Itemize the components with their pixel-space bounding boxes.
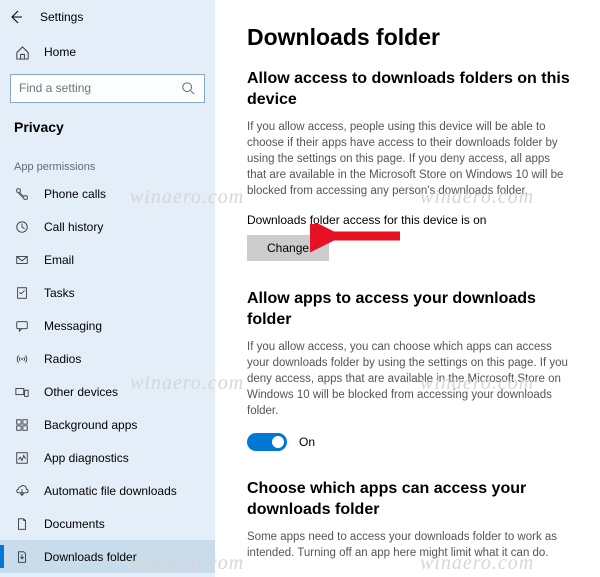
downloads-folder-icon: [14, 549, 30, 565]
sidebar-item-app-diagnostics[interactable]: App diagnostics: [0, 441, 215, 474]
sidebar-item-email[interactable]: Email: [0, 243, 215, 276]
sidebar-item-radios[interactable]: Radios: [0, 342, 215, 375]
sidebar-item-label: Phone calls: [44, 187, 106, 201]
section-title: Privacy: [0, 113, 215, 147]
sidebar-item-phone-calls[interactable]: Phone calls: [0, 177, 215, 210]
mail-icon: [14, 252, 30, 268]
home-icon: [14, 44, 30, 60]
sidebar-item-label: Downloads folder: [44, 550, 137, 564]
sidebar-item-label: Background apps: [44, 418, 137, 432]
sidebar-item-label: Automatic file downloads: [44, 484, 177, 498]
page-title: Downloads folder: [247, 24, 572, 51]
change-button[interactable]: Change: [247, 235, 329, 261]
sidebar-item-label: App diagnostics: [44, 451, 129, 465]
sidebar-item-label: Other devices: [44, 385, 118, 399]
phone-icon: [14, 186, 30, 202]
background-apps-icon: [14, 417, 30, 433]
home-label: Home: [44, 45, 76, 59]
section1-status: Downloads folder access for this device …: [247, 213, 572, 227]
section2-desc: If you allow access, you can choose whic…: [247, 339, 572, 419]
sidebar-item-label: Radios: [44, 352, 81, 366]
sidebar-item-other-devices[interactable]: Other devices: [0, 375, 215, 408]
radios-icon: [14, 351, 30, 367]
sidebar-item-label: Email: [44, 253, 74, 267]
search-input[interactable]: [19, 81, 169, 95]
auto-download-icon: [14, 483, 30, 499]
search-icon: [180, 80, 196, 96]
toggle-label: On: [299, 435, 315, 449]
sidebar: Settings Home Privacy App permissions Ph…: [0, 0, 215, 577]
home-nav[interactable]: Home: [0, 35, 215, 70]
access-toggle[interactable]: [247, 433, 287, 451]
section3-desc: Some apps need to access your downloads …: [247, 529, 572, 561]
sidebar-item-label: Tasks: [44, 286, 75, 300]
section3-heading: Choose which apps can access your downlo…: [247, 479, 572, 521]
sidebar-item-messaging[interactable]: Messaging: [0, 309, 215, 342]
topbar: Settings: [0, 0, 215, 35]
messaging-icon: [14, 318, 30, 334]
sidebar-item-documents[interactable]: Documents: [0, 507, 215, 540]
sidebar-item-automatic-file-downloads[interactable]: Automatic file downloads: [0, 474, 215, 507]
sidebar-item-call-history[interactable]: Call history: [0, 210, 215, 243]
sidebar-item-tasks[interactable]: Tasks: [0, 276, 215, 309]
diagnostics-icon: [14, 450, 30, 466]
clock-icon: [14, 219, 30, 235]
back-icon[interactable]: [8, 9, 24, 25]
content-area: Downloads folder Allow access to downloa…: [215, 0, 600, 577]
sidebar-item-downloads-folder[interactable]: Downloads folder: [0, 540, 215, 573]
sidebar-item-label: Messaging: [44, 319, 102, 333]
nav-list: Phone calls Call history Email Tasks Mes…: [0, 177, 215, 573]
tasks-icon: [14, 285, 30, 301]
search-input-container[interactable]: [10, 74, 205, 103]
sidebar-item-label: Documents: [44, 517, 105, 531]
settings-window: Settings Home Privacy App permissions Ph…: [0, 0, 600, 577]
sidebar-item-background-apps[interactable]: Background apps: [0, 408, 215, 441]
toggle-row: On: [247, 433, 572, 451]
app-title: Settings: [40, 10, 83, 24]
documents-icon: [14, 516, 30, 532]
devices-icon: [14, 384, 30, 400]
group-label: App permissions: [0, 147, 215, 177]
section1-desc: If you allow access, people using this d…: [247, 119, 572, 199]
sidebar-item-label: Call history: [44, 220, 103, 234]
section1-heading: Allow access to downloads folders on thi…: [247, 69, 572, 111]
section2-heading: Allow apps to access your downloads fold…: [247, 289, 572, 331]
